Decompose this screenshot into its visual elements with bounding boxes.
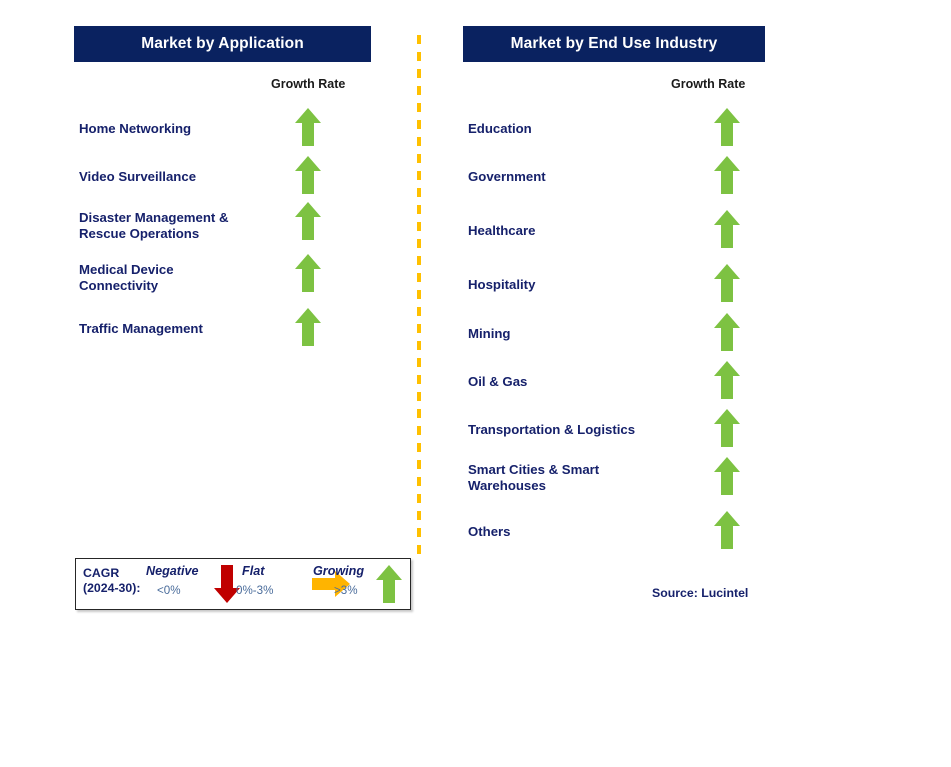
growth-rate-indicator (714, 457, 740, 495)
column-header-market-by-end-use-industry: Market by End Use Industry (463, 26, 765, 62)
legend-growing-label: Growing (313, 564, 365, 578)
arrow-up-icon (714, 511, 740, 549)
growth-rate-caption-right: Growth Rate (671, 77, 746, 91)
growth-rate-indicator (295, 202, 321, 240)
list-item-label: Traffic Management (79, 321, 203, 336)
list-item-label: Medical Device Connectivity (79, 262, 174, 293)
arrow-up-icon (714, 457, 740, 495)
infographic-canvas: Market by Application Growth Rate Home N… (0, 0, 951, 767)
list-item-label: Home Networking (79, 121, 192, 136)
arrow-up-icon (714, 156, 740, 194)
list-item-label: Hospitality (468, 277, 536, 292)
arrow-up-icon (714, 108, 740, 146)
column-header-market-by-application: Market by Application (74, 26, 371, 62)
legend-flat-label: Flat (242, 564, 265, 578)
list-item-label: Transportation & Logistics (468, 422, 636, 437)
list-item-label: Education (468, 121, 532, 136)
legend-negative-range: <0% (157, 584, 181, 597)
growth-rate-indicator (714, 108, 740, 146)
arrow-up-icon (714, 210, 740, 248)
list-item-label: Healthcare (468, 223, 536, 238)
list-item-label: Video Surveillance (79, 169, 197, 184)
legend-cagr-label: CAGR (2024-30): (83, 566, 141, 595)
legend-growing-range: >3% (334, 584, 358, 597)
growth-rate-indicator (714, 313, 740, 351)
growth-rate-indicator (714, 361, 740, 399)
arrow-up-icon (295, 108, 321, 146)
list-item-label: Government (468, 169, 546, 184)
list-item-label: Smart Cities & Smart Warehouses (468, 462, 600, 493)
cagr-legend-box: CAGR (2024-30): Negative <0% Flat 0%-3% … (75, 558, 411, 610)
growth-rate-caption-left: Growth Rate (271, 77, 346, 91)
growth-rate-indicator (714, 511, 740, 549)
growth-rate-indicator (714, 264, 740, 302)
list-item-label: Disaster Management & Rescue Operations (79, 210, 229, 241)
list-item-label: Mining (468, 326, 511, 341)
growth-rate-indicator (295, 108, 321, 146)
list-item-label: Oil & Gas (468, 374, 528, 389)
arrow-up-icon (714, 409, 740, 447)
growth-rate-indicator (714, 210, 740, 248)
arrow-up-icon (295, 308, 321, 346)
arrow-up-icon (714, 313, 740, 351)
arrow-up-icon (295, 202, 321, 240)
arrow-up-icon (714, 264, 740, 302)
arrow-up-icon (714, 361, 740, 399)
growth-rate-indicator (295, 254, 321, 292)
arrow-up-icon (295, 156, 321, 194)
growth-rate-indicator (295, 308, 321, 346)
arrow-up-icon (295, 254, 321, 292)
growth-rate-indicator (714, 156, 740, 194)
arrow-up-icon (376, 565, 402, 603)
legend-flat-range: 0%-3% (236, 584, 274, 597)
list-item-label: Others (468, 524, 511, 539)
growth-rate-indicator (295, 156, 321, 194)
legend-negative-label: Negative (146, 564, 199, 578)
growth-rate-indicator (714, 409, 740, 447)
vertical-dashed-divider (417, 35, 421, 558)
source-attribution: Source: Lucintel (652, 586, 749, 600)
